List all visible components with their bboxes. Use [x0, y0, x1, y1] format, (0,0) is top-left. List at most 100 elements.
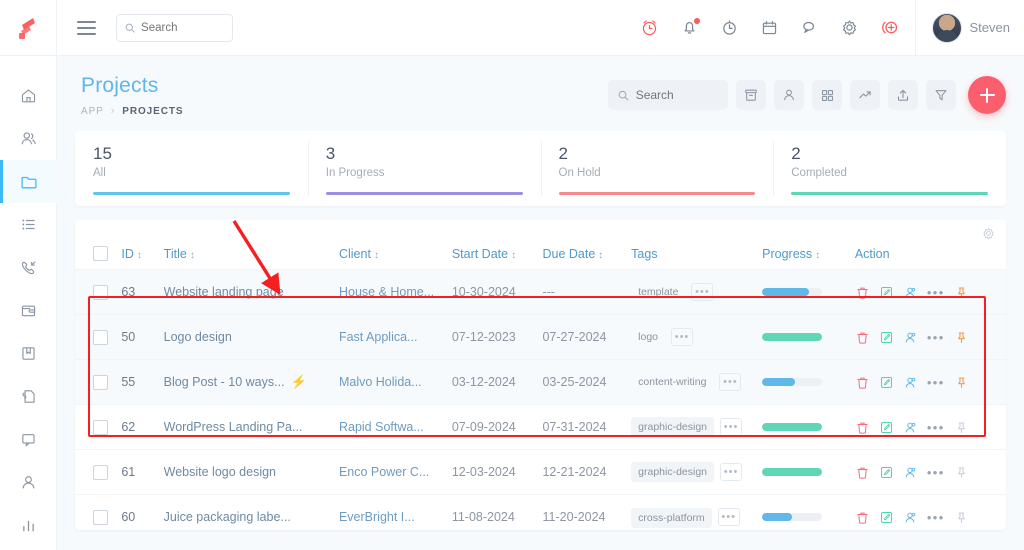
- col-progress[interactable]: Progress↕: [762, 220, 855, 270]
- assign-member-icon[interactable]: [903, 285, 918, 300]
- delete-trash-icon[interactable]: [855, 510, 870, 525]
- edit-pencil-icon[interactable]: [879, 285, 894, 300]
- tag-chip[interactable]: content-writing: [631, 372, 713, 392]
- projects-search-input[interactable]: [636, 88, 718, 102]
- hamburger-menu-icon[interactable]: [77, 21, 96, 35]
- table-row[interactable]: 62WordPress Landing Pa...Rapid Softwa...…: [75, 405, 1006, 450]
- col-start-date[interactable]: Start Date↕: [452, 220, 543, 270]
- assign-member-icon[interactable]: [903, 375, 918, 390]
- row-checkbox[interactable]: [93, 510, 108, 525]
- tag-chip[interactable]: cross-platform: [631, 508, 712, 528]
- more-options-icon[interactable]: •••: [927, 330, 945, 345]
- alarm-clock-icon[interactable]: [639, 17, 661, 39]
- table-row[interactable]: 50Logo designFast Applica...07-12-202307…: [75, 315, 1006, 360]
- cell-title[interactable]: Logo design: [164, 315, 339, 360]
- cell-title[interactable]: Website logo design: [164, 450, 339, 495]
- edit-pencil-icon[interactable]: [879, 330, 894, 345]
- row-checkbox[interactable]: [93, 420, 108, 435]
- delete-trash-icon[interactable]: [855, 330, 870, 345]
- sidebar-item-calls[interactable]: [0, 246, 57, 289]
- sidebar-item-wallet[interactable]: [0, 289, 57, 332]
- filter-button[interactable]: [926, 80, 956, 110]
- sidebar-item-messages[interactable]: [0, 418, 57, 461]
- table-row[interactable]: 60Juice packaging labe...EverBright I...…: [75, 495, 1006, 531]
- sidebar-item-reports[interactable]: [0, 504, 57, 547]
- pin-icon[interactable]: [954, 510, 969, 525]
- more-options-icon[interactable]: •••: [927, 510, 945, 525]
- more-tags-icon[interactable]: •••: [691, 283, 713, 301]
- delete-trash-icon[interactable]: [855, 285, 870, 300]
- cell-title[interactable]: Juice packaging labe...: [164, 495, 339, 531]
- more-options-icon[interactable]: •••: [927, 465, 945, 480]
- delete-trash-icon[interactable]: [855, 375, 870, 390]
- calendar-icon[interactable]: [759, 17, 781, 39]
- add-project-button[interactable]: [968, 76, 1006, 114]
- tag-chip[interactable]: template: [631, 282, 685, 302]
- assign-member-icon[interactable]: [903, 420, 918, 435]
- projects-search[interactable]: [608, 80, 728, 110]
- global-search[interactable]: [116, 14, 233, 42]
- pin-icon[interactable]: [954, 420, 969, 435]
- edit-pencil-icon[interactable]: [879, 420, 894, 435]
- sidebar-item-profile[interactable]: [0, 461, 57, 504]
- add-circle-icon[interactable]: [879, 17, 901, 39]
- cell-title[interactable]: Website landing page: [164, 270, 339, 315]
- pin-icon[interactable]: [954, 465, 969, 480]
- cell-client[interactable]: Rapid Softwa...: [339, 405, 452, 450]
- table-row[interactable]: 61Website logo designEnco Power C...12-0…: [75, 450, 1006, 495]
- col-due-date[interactable]: Due Date↕: [542, 220, 631, 270]
- global-search-input[interactable]: [141, 22, 224, 34]
- edit-pencil-icon[interactable]: [879, 465, 894, 480]
- row-checkbox[interactable]: [93, 465, 108, 480]
- cell-title[interactable]: Blog Post - 10 ways...⚡: [164, 360, 339, 405]
- sidebar-item-notes[interactable]: [0, 375, 57, 418]
- analytics-button[interactable]: [850, 80, 880, 110]
- stat-card-completed[interactable]: 2 Completed: [773, 131, 1006, 206]
- breadcrumb-app[interactable]: APP: [81, 106, 104, 117]
- cell-client[interactable]: House & Home...: [339, 270, 452, 315]
- table-row[interactable]: 63Website landing pageHouse & Home...10-…: [75, 270, 1006, 315]
- more-tags-icon[interactable]: •••: [719, 373, 741, 391]
- bell-notification-icon[interactable]: [679, 17, 701, 39]
- edit-pencil-icon[interactable]: [879, 510, 894, 525]
- cell-client[interactable]: Fast Applica...: [339, 315, 452, 360]
- stat-card-all[interactable]: 15 All: [75, 131, 308, 206]
- edit-pencil-icon[interactable]: [879, 375, 894, 390]
- stopwatch-icon[interactable]: [719, 17, 741, 39]
- cell-client[interactable]: Malvo Holida...: [339, 360, 452, 405]
- col-client[interactable]: Client↕: [339, 220, 452, 270]
- sidebar-item-bookmarks[interactable]: [0, 332, 57, 375]
- cell-client[interactable]: Enco Power C...: [339, 450, 452, 495]
- app-logo[interactable]: [0, 0, 57, 56]
- user-menu[interactable]: Steven: [915, 0, 1024, 56]
- gear-icon[interactable]: [839, 17, 861, 39]
- more-tags-icon[interactable]: •••: [718, 508, 740, 526]
- pin-icon[interactable]: [954, 375, 969, 390]
- pin-icon[interactable]: [954, 330, 969, 345]
- cell-title[interactable]: WordPress Landing Pa...: [164, 405, 339, 450]
- grid-view-button[interactable]: [812, 80, 842, 110]
- assign-member-icon[interactable]: [903, 465, 918, 480]
- chat-bubble-icon[interactable]: [799, 17, 821, 39]
- more-options-icon[interactable]: •••: [927, 285, 945, 300]
- sidebar-item-home[interactable]: [0, 74, 57, 117]
- more-options-icon[interactable]: •••: [927, 375, 945, 390]
- row-checkbox[interactable]: [93, 375, 108, 390]
- select-all-checkbox[interactable]: [93, 246, 108, 261]
- sidebar-item-clients[interactable]: [0, 117, 57, 160]
- more-tags-icon[interactable]: •••: [720, 418, 742, 436]
- stat-card-in-progress[interactable]: 3 In Progress: [308, 131, 541, 206]
- archive-button[interactable]: [736, 80, 766, 110]
- col-title[interactable]: Title↕: [164, 220, 339, 270]
- sidebar-item-projects[interactable]: [0, 160, 57, 203]
- stat-card-on-hold[interactable]: 2 On Hold: [541, 131, 774, 206]
- tag-chip[interactable]: graphic-design: [631, 417, 714, 437]
- tag-chip[interactable]: graphic-design: [631, 462, 714, 482]
- table-row[interactable]: 55Blog Post - 10 ways...⚡Malvo Holida...…: [75, 360, 1006, 405]
- delete-trash-icon[interactable]: [855, 465, 870, 480]
- assign-member-icon[interactable]: [903, 330, 918, 345]
- tag-chip[interactable]: logo: [631, 327, 665, 347]
- table-settings-button[interactable]: [981, 226, 996, 246]
- assign-member-icon[interactable]: [903, 510, 918, 525]
- export-button[interactable]: [888, 80, 918, 110]
